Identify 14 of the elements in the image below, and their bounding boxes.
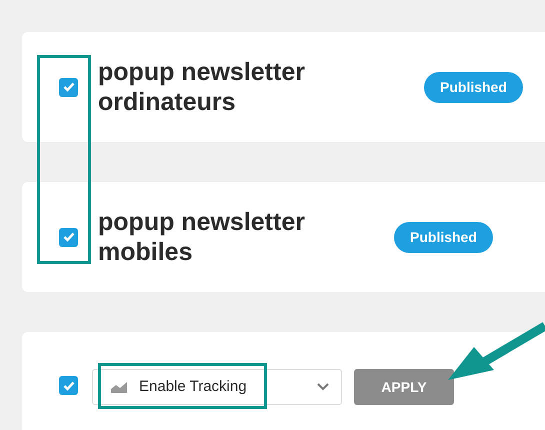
checkmark-icon — [62, 82, 74, 92]
checkbox[interactable] — [59, 78, 78, 96]
checkmark-icon — [62, 232, 74, 242]
checkbox[interactable] — [59, 376, 78, 395]
checkbox[interactable] — [59, 228, 78, 246]
item-title: popup newsletter ordinateurs — [98, 57, 306, 117]
select-value: Enable Tracking — [139, 376, 247, 397]
status-badge: Published — [394, 222, 493, 252]
chart-icon — [111, 381, 127, 393]
chevron-down-icon — [317, 383, 329, 391]
status-badge: Published — [424, 72, 523, 102]
action-select[interactable]: Enable Tracking — [92, 369, 342, 405]
item-title: popup newsletter mobiles — [98, 207, 306, 267]
checkmark-icon — [62, 380, 74, 390]
